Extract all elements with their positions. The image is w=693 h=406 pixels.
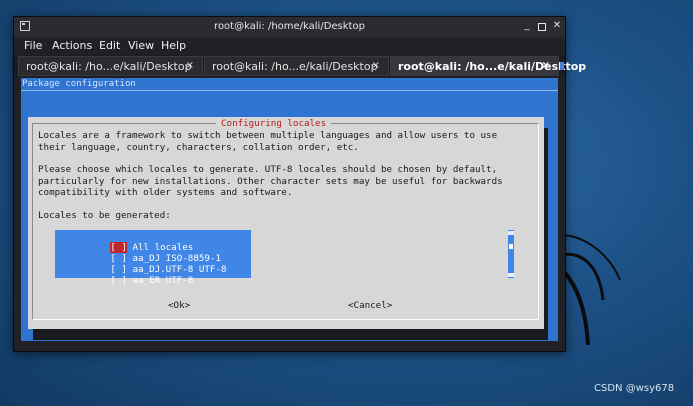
menu-edit[interactable]: Edit (99, 39, 120, 52)
locales-description: Locales are a framework to switch betwee… (38, 130, 498, 153)
menu-view[interactable]: View (128, 39, 154, 52)
tab-terminal-1[interactable]: root@kali: /ho...e/kali/Desktop × (18, 56, 203, 76)
scroll-thumb[interactable] (509, 244, 513, 249)
tab-close-button[interactable]: × (372, 60, 380, 71)
tab-close-button[interactable]: × (542, 60, 550, 71)
tab-label: root@kali: /ho...e/kali/Desktop (398, 60, 587, 73)
list-item[interactable]: [ ] aa_DJ ISO-8859-1 (55, 242, 251, 264)
dialog-title: Configuring locales (216, 118, 332, 129)
menu-bar: File Actions Edit View Help (14, 37, 565, 55)
list-item[interactable]: [ ] aa_DJ.UTF-8 UTF-8 (55, 253, 251, 275)
new-tab-button[interactable] (560, 62, 564, 70)
header-divider (21, 90, 558, 91)
package-configuration-header: Package configuration (22, 79, 136, 89)
ok-button[interactable]: <Ok> (168, 300, 190, 311)
tab-bar: root@kali: /ho...e/kali/Desktop × root@k… (14, 55, 586, 77)
menu-file[interactable]: File (24, 39, 42, 52)
maximize-button[interactable] (536, 20, 548, 32)
tab-label: root@kali: /ho...e/kali/Desktop (26, 60, 192, 73)
menu-help[interactable]: Help (161, 39, 186, 52)
checkbox[interactable]: [ ] (110, 275, 127, 286)
terminal-window: root@kali: /home/kali/Desktop _ ✕ File A… (13, 16, 586, 352)
terminal-area[interactable]: Package configuration Configuring locale… (21, 78, 558, 341)
csdn-watermark: CSDN @wsy678 (594, 383, 675, 394)
tab-close-button[interactable]: × (186, 60, 194, 71)
window-title: root@kali: /home/kali/Desktop (214, 21, 365, 32)
maximize-icon (538, 23, 546, 31)
tab-label: root@kali: /ho...e/kali/Desktop (212, 60, 378, 73)
locales-list[interactable]: [ ] All locales [ ] aa_DJ ISO-8859-1 [ ]… (55, 230, 251, 286)
close-button[interactable]: ✕ (551, 20, 563, 32)
scroll-down-arrow-icon[interactable] (508, 273, 514, 277)
locales-list-label: Locales to be generated: (38, 210, 171, 221)
locales-instructions: Please choose which locales to generate.… (38, 164, 503, 198)
tab-terminal-2[interactable]: root@kali: /ho...e/kali/Desktop × (204, 56, 389, 76)
list-scrollbar[interactable] (508, 230, 514, 278)
menu-actions[interactable]: Actions (52, 39, 92, 52)
minimize-button[interactable]: _ (521, 20, 533, 32)
cancel-button[interactable]: <Cancel> (348, 300, 392, 311)
title-bar: root@kali: /home/kali/Desktop _ ✕ (14, 17, 565, 37)
tab-terminal-3-active[interactable]: root@kali: /ho...e/kali/Desktop × (390, 56, 586, 76)
configuring-locales-dialog: Configuring locales Locales are a framew… (28, 117, 544, 329)
list-item-all-locales[interactable]: [ ] All locales (55, 231, 251, 253)
list-item[interactable]: [ ] aa_ER UTF-8 (55, 264, 251, 286)
scroll-up-arrow-icon[interactable] (508, 231, 514, 235)
list-item-label: aa_ER UTF-8 (132, 275, 194, 286)
